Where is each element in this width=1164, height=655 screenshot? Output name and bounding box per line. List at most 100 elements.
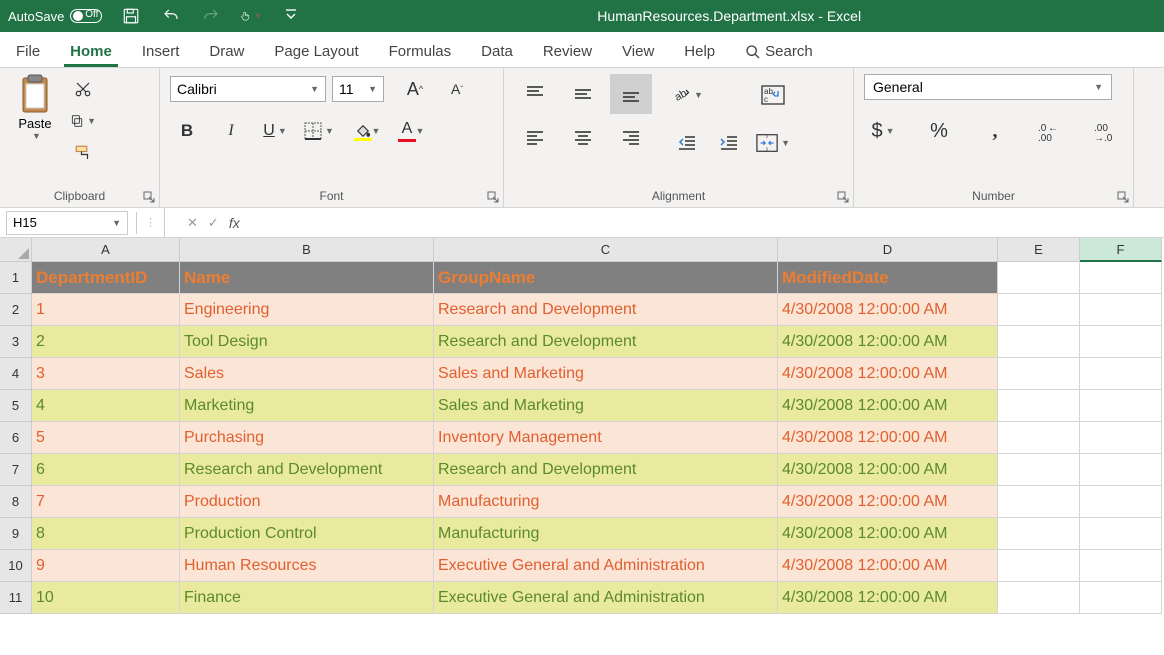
cell[interactable]: 4/30/2008 12:00:00 AM (778, 582, 998, 614)
align-center-icon[interactable] (562, 118, 604, 158)
cell[interactable]: 4/30/2008 12:00:00 AM (778, 454, 998, 486)
dialog-launcher-icon[interactable] (837, 191, 849, 203)
tab-home[interactable]: Home (64, 37, 118, 67)
table-header-cell[interactable]: GroupName (434, 262, 778, 294)
cell[interactable] (998, 518, 1080, 550)
fill-color-button[interactable]: ▼ (346, 116, 380, 146)
cell[interactable]: Sales and Marketing (434, 390, 778, 422)
tab-view[interactable]: View (616, 37, 660, 67)
cell[interactable] (1080, 550, 1162, 582)
cell[interactable] (998, 550, 1080, 582)
cell[interactable] (1080, 262, 1162, 294)
cell[interactable]: 9 (32, 550, 180, 582)
bold-button[interactable]: B (170, 116, 204, 146)
tab-draw[interactable]: Draw (203, 37, 250, 67)
cell[interactable] (998, 390, 1080, 422)
undo-icon[interactable] (160, 5, 182, 27)
cell[interactable] (1080, 294, 1162, 326)
font-size-combo[interactable]: 11▼ (332, 76, 384, 102)
cell[interactable]: 4/30/2008 12:00:00 AM (778, 550, 998, 582)
cell[interactable]: 1 (32, 294, 180, 326)
row-header[interactable]: 2 (0, 294, 32, 326)
cell[interactable]: Marketing (180, 390, 434, 422)
cell[interactable]: 5 (32, 422, 180, 454)
orientation-icon[interactable]: ab▼ (670, 80, 704, 110)
font-color-button[interactable]: A▼ (390, 116, 424, 146)
more-functions-icon[interactable]: ⋮ (145, 216, 156, 229)
row-header[interactable]: 11 (0, 582, 32, 614)
row-header[interactable]: 1 (0, 262, 32, 294)
search-button[interactable]: Search (739, 37, 819, 67)
italic-button[interactable]: I (214, 116, 248, 146)
cell[interactable]: 4/30/2008 12:00:00 AM (778, 518, 998, 550)
increase-decimal-icon[interactable]: .0←.00 (1032, 114, 1070, 148)
row-header[interactable]: 5 (0, 390, 32, 422)
decrease-decimal-icon[interactable]: .00→.0 (1088, 114, 1126, 148)
cell[interactable] (998, 582, 1080, 614)
cell[interactable]: Production Control (180, 518, 434, 550)
wrap-text-icon[interactable]: abc (756, 80, 790, 110)
spreadsheet-grid[interactable]: ABCDEF 1234567891011 DepartmentIDNameGro… (0, 238, 1164, 614)
tab-review[interactable]: Review (537, 37, 598, 67)
cell[interactable] (1080, 582, 1162, 614)
cancel-formula-icon[interactable]: ✕ (187, 215, 198, 231)
cell[interactable]: 2 (32, 326, 180, 358)
increase-indent-icon[interactable] (712, 128, 746, 158)
borders-button[interactable]: ▼ (302, 116, 336, 146)
enter-formula-icon[interactable]: ✓ (208, 215, 219, 231)
row-header[interactable]: 3 (0, 326, 32, 358)
cell[interactable]: Executive General and Administration (434, 550, 778, 582)
touch-mode-icon[interactable]: ▼ (240, 5, 262, 27)
autosave-toggle[interactable]: AutoSave Off (8, 9, 102, 24)
cell[interactable] (998, 294, 1080, 326)
align-top-icon[interactable] (514, 74, 556, 114)
cut-icon[interactable] (70, 78, 96, 100)
cell[interactable]: Purchasing (180, 422, 434, 454)
cell[interactable]: 4/30/2008 12:00:00 AM (778, 422, 998, 454)
redo-icon[interactable] (200, 5, 222, 27)
paste-button[interactable]: Paste ▼ (10, 74, 60, 141)
tab-file[interactable]: File (10, 37, 46, 67)
table-header-cell[interactable]: Name (180, 262, 434, 294)
cell[interactable] (1080, 486, 1162, 518)
cell[interactable]: Sales and Marketing (434, 358, 778, 390)
dialog-launcher-icon[interactable] (143, 191, 155, 203)
increase-font-icon[interactable]: A^ (398, 74, 432, 104)
cell[interactable] (1080, 518, 1162, 550)
dialog-launcher-icon[interactable] (487, 191, 499, 203)
cell[interactable]: 4/30/2008 12:00:00 AM (778, 358, 998, 390)
select-all-corner[interactable] (0, 238, 32, 262)
underline-button[interactable]: U▼ (258, 116, 292, 146)
dialog-launcher-icon[interactable] (1117, 191, 1129, 203)
cell[interactable]: Engineering (180, 294, 434, 326)
cell[interactable]: Inventory Management (434, 422, 778, 454)
cell[interactable] (998, 454, 1080, 486)
comma-format-icon[interactable]: , (976, 114, 1014, 148)
copy-icon[interactable]: ▼ (70, 110, 96, 132)
cell[interactable]: Research and Development (434, 454, 778, 486)
tab-data[interactable]: Data (475, 37, 519, 67)
column-header[interactable]: B (180, 238, 434, 262)
cell[interactable] (998, 422, 1080, 454)
table-header-cell[interactable]: ModifiedDate (778, 262, 998, 294)
align-bottom-icon[interactable] (610, 74, 652, 114)
row-header[interactable]: 4 (0, 358, 32, 390)
cell[interactable]: 4/30/2008 12:00:00 AM (778, 486, 998, 518)
cell[interactable]: Finance (180, 582, 434, 614)
cell[interactable] (1080, 358, 1162, 390)
cell[interactable]: Production (180, 486, 434, 518)
align-right-icon[interactable] (610, 118, 652, 158)
customize-qat-icon[interactable] (280, 5, 302, 27)
cell[interactable]: 6 (32, 454, 180, 486)
cell[interactable] (1080, 422, 1162, 454)
cell[interactable]: Research and Development (180, 454, 434, 486)
cell[interactable] (998, 262, 1080, 294)
cell[interactable]: 8 (32, 518, 180, 550)
cell[interactable]: 4/30/2008 12:00:00 AM (778, 390, 998, 422)
cell[interactable]: Manufacturing (434, 486, 778, 518)
cell[interactable] (998, 326, 1080, 358)
column-header[interactable]: E (998, 238, 1080, 262)
cell[interactable]: Human Resources (180, 550, 434, 582)
cell[interactable]: 10 (32, 582, 180, 614)
column-header[interactable]: F (1080, 238, 1162, 262)
